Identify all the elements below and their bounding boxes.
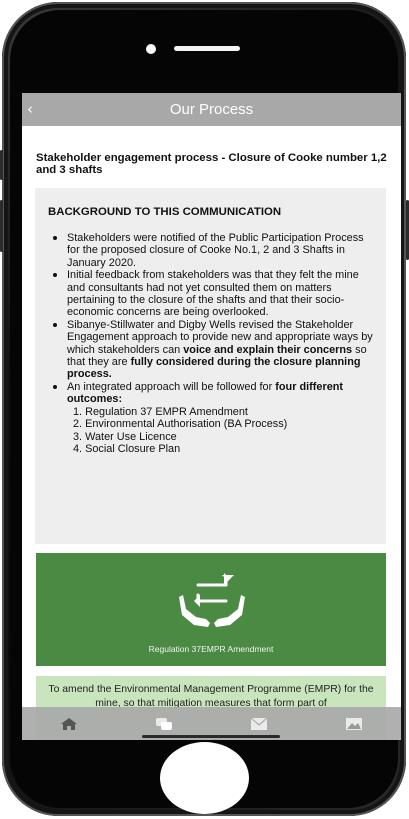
app-screen: ‹ Our Process Stakeholder engagement pro… xyxy=(22,93,401,740)
outcome-item: 3. Water Use Licence xyxy=(73,430,177,443)
front-camera xyxy=(146,44,156,54)
app-header: ‹ Our Process xyxy=(22,93,401,126)
earpiece-speaker xyxy=(174,46,240,51)
outcome-item: 1. Regulation 37 EMPR Amendment xyxy=(73,405,248,418)
description-text: To amend the Environmental Management Pr… xyxy=(48,684,374,709)
bullet-text: Stakeholders were notified of the Public… xyxy=(67,232,364,269)
home-icon xyxy=(61,717,78,730)
mail-icon xyxy=(250,717,268,730)
outcomes-list: 1. Regulation 37 EMPR Amendment 2. Envir… xyxy=(67,406,374,456)
outcome-item: 4. Social Closure Plan xyxy=(73,442,181,455)
back-arrow-icon[interactable]: ‹ xyxy=(27,100,33,118)
background-section: BACKGROUND TO THIS COMMUNICATION Stakeho… xyxy=(35,188,386,544)
home-indicator-bar xyxy=(142,735,280,738)
tab-chat[interactable] xyxy=(144,712,184,736)
list-item: Stakeholders were notified of the Public… xyxy=(47,232,374,269)
home-button[interactable] xyxy=(160,742,249,814)
bullet-list: Stakeholders were notified of the Public… xyxy=(47,232,374,455)
card-caption: Regulation 37EMPR Amendment xyxy=(148,644,274,654)
page-title: Our Process xyxy=(169,101,254,118)
tab-mail[interactable] xyxy=(239,712,279,736)
tab-home[interactable] xyxy=(49,712,89,736)
list-item: Initial feedback from stakeholders was t… xyxy=(47,269,374,319)
bullet-text: Initial feedback from stakeholders was t… xyxy=(67,269,359,319)
content-scroll-area[interactable]: Stakeholder engagement process - Closure… xyxy=(22,126,401,740)
chat-icon xyxy=(156,717,173,730)
outcome-item: 2. Environmental Authorisation (BA Proce… xyxy=(73,418,288,431)
list-item: An integrated approach will be followed … xyxy=(47,381,374,455)
phone-side-key xyxy=(0,200,3,252)
regulation-37-card[interactable]: Regulation 37EMPR Amendment xyxy=(36,553,386,666)
hands-exchange-icon xyxy=(179,573,245,627)
gallery-icon xyxy=(345,717,362,730)
tab-gallery[interactable] xyxy=(334,712,374,736)
bullet-bold-text: voice and explain their concerns xyxy=(183,343,353,356)
phone-side-key xyxy=(0,150,3,180)
page-heading: Stakeholder engagement process - Closure… xyxy=(36,152,387,176)
list-item: Sibanye-Stillwater and Digby Wells revis… xyxy=(47,319,374,381)
bullet-text: An integrated approach will be followed … xyxy=(67,380,276,393)
section-title: BACKGROUND TO THIS COMMUNICATION xyxy=(48,206,282,218)
